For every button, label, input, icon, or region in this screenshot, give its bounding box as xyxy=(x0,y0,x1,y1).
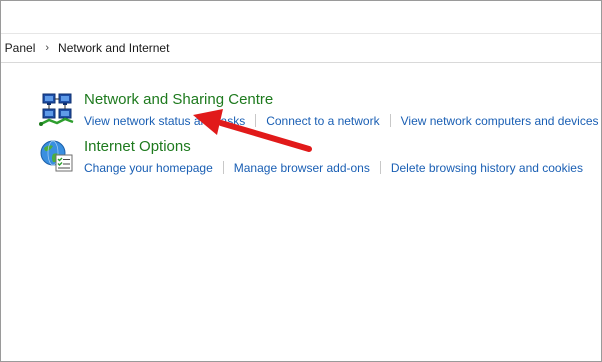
manage-add-ons-link[interactable]: Manage browser add-ons xyxy=(234,161,370,175)
control-panel-window: ol Panel › Network and Internet xyxy=(0,0,602,362)
delete-browsing-history-link[interactable]: Delete browsing history and cookies xyxy=(391,161,583,175)
red-arrow-annotation xyxy=(193,109,312,152)
breadcrumb[interactable]: ol Panel › Network and Internet xyxy=(1,34,601,63)
breadcrumb-item-control-panel[interactable]: ol Panel xyxy=(1,41,35,55)
title-bar xyxy=(1,1,601,34)
chevron-right-icon[interactable]: › xyxy=(45,42,49,54)
internet-options-title[interactable]: Internet Options xyxy=(84,138,191,155)
network-sharing-links: View network status and tasks Connect to … xyxy=(84,114,599,128)
internet-options-links: Change your homepage Manage browser add-o… xyxy=(84,161,583,175)
link-divider xyxy=(379,161,381,174)
link-divider xyxy=(389,114,391,127)
network-sharing-icon[interactable] xyxy=(39,91,75,127)
link-divider xyxy=(222,161,224,174)
change-homepage-link[interactable]: Change your homepage xyxy=(84,161,213,175)
internet-options-icon[interactable] xyxy=(39,138,75,174)
breadcrumb-item-network-and-internet[interactable]: Network and Internet xyxy=(58,41,169,55)
view-network-computers-link[interactable]: View network computers and devices xyxy=(401,114,599,128)
